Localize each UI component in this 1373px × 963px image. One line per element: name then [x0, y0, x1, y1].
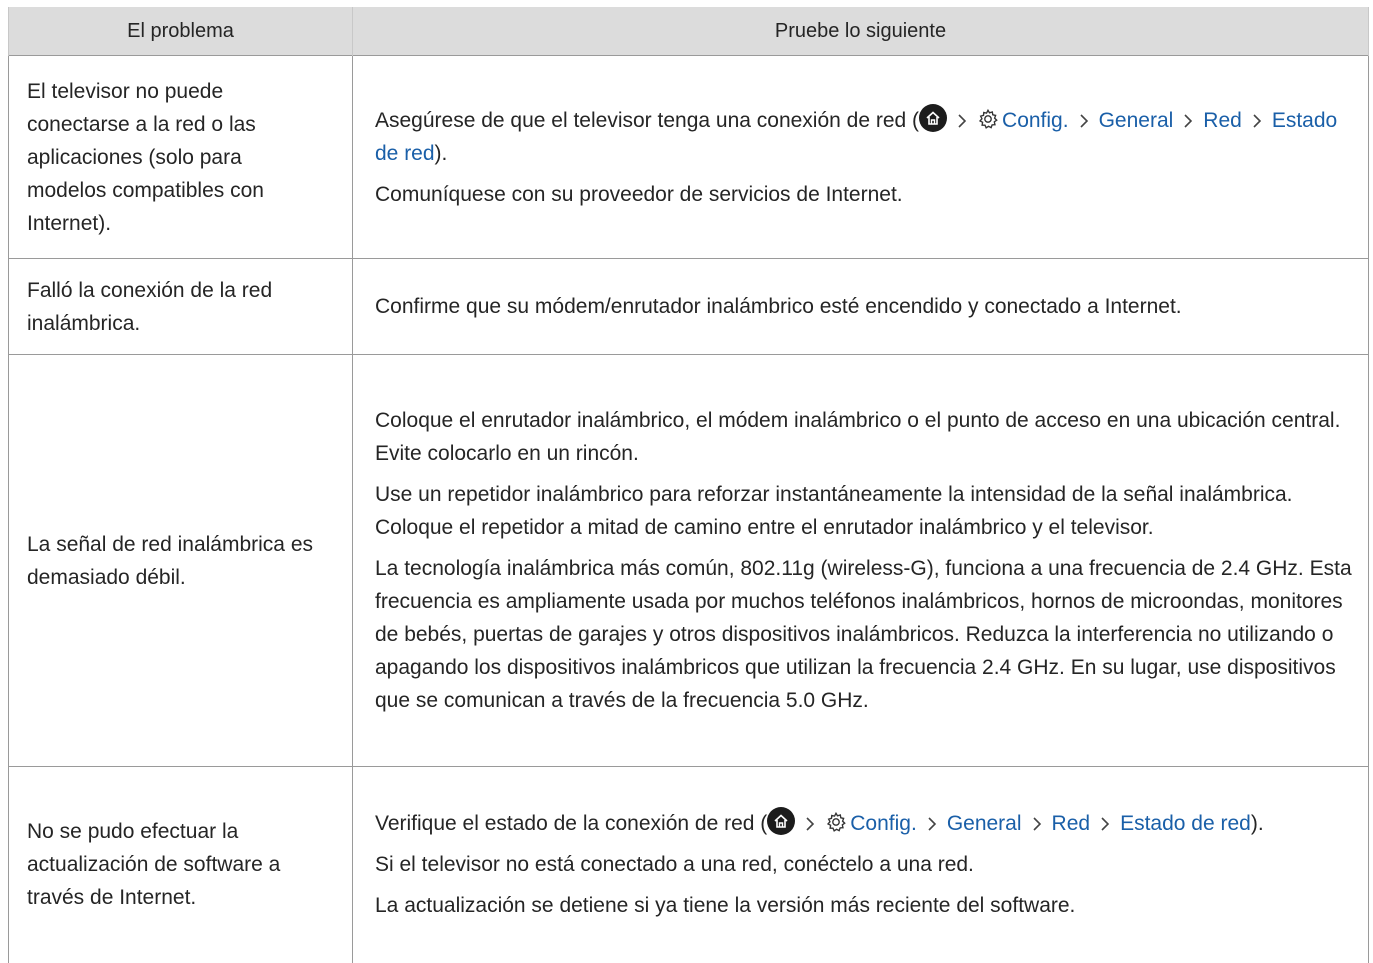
- table-row: No se pudo efectuar la actualización de …: [8, 766, 1369, 963]
- chevron-right-icon: [1184, 113, 1193, 128]
- solution-paragraph: Si el televisor no está conectado a una …: [375, 853, 974, 877]
- problem-cell: Falló la conexión de la red inalámbrica.: [8, 258, 353, 355]
- chevron-right-icon: [1080, 113, 1088, 128]
- chevron-right-icon: [1253, 113, 1261, 128]
- solution-text: Asegúrese de que el televisor tenga una …: [375, 108, 920, 132]
- solution-paragraph: Use un repetidor inalámbrico para reforz…: [375, 483, 1293, 539]
- header-solution: Pruebe lo siguiente: [352, 7, 1369, 56]
- header-problem: El problema: [8, 7, 353, 56]
- solution-text: ).: [1250, 812, 1264, 836]
- chevron-right-icon: [928, 817, 936, 831]
- gear-icon: [827, 812, 847, 833]
- table-header-row: El problema Pruebe lo siguiente: [8, 7, 1369, 56]
- chevron-right-icon: [958, 113, 967, 128]
- solution-paragraph: La actualización se detiene si ya tiene …: [375, 894, 1076, 918]
- red-link[interactable]: Red: [1052, 812, 1091, 835]
- solution-text: ).: [434, 141, 448, 165]
- table-row: Falló la conexión de la red inalámbrica.…: [8, 258, 1369, 355]
- solution-cell: Confirme que su módem/enrutador inalámbr…: [352, 258, 1369, 355]
- solution-paragraph: Comuníquese con su proveedor de servicio…: [375, 182, 903, 206]
- solution-paragraph: Confirme que su módem/enrutador inalámbr…: [375, 295, 1182, 318]
- problem-cell: La señal de red inalámbrica es demasiado…: [8, 354, 353, 767]
- solution-cell: Verifique el estado de la conexión de re…: [352, 766, 1369, 963]
- table-row: La señal de red inalámbrica es demasiado…: [8, 354, 1369, 767]
- table-row: El televisor no puede conectarse a la re…: [8, 55, 1369, 259]
- home-icon: [919, 103, 948, 132]
- problem-cell: El televisor no puede conectarse a la re…: [8, 55, 353, 259]
- solution-cell: Coloque el enrutador inalámbrico, el mód…: [352, 354, 1369, 767]
- solution-paragraph: La tecnología inalámbrica más común, 802…: [375, 557, 1352, 712]
- network-status-link[interactable]: Estado de red: [1120, 812, 1251, 835]
- chevron-right-icon: [1032, 817, 1041, 831]
- config-link[interactable]: Config.: [850, 812, 917, 835]
- solution-text: Verifique el estado de la conexión de re…: [375, 812, 768, 836]
- solution-paragraph: Verifique el estado de la conexión de re…: [375, 807, 1352, 840]
- red-link[interactable]: Red: [1203, 109, 1242, 132]
- home-icon: [767, 807, 796, 836]
- chevron-right-icon: [1101, 817, 1110, 831]
- config-link[interactable]: Config.: [1002, 109, 1069, 132]
- gear-icon: [978, 108, 998, 129]
- solution-cell: Asegúrese de que el televisor tenga una …: [352, 55, 1369, 259]
- general-link[interactable]: General: [947, 812, 1022, 835]
- general-link[interactable]: General: [1099, 109, 1174, 132]
- solution-paragraph: Asegúrese de que el televisor tenga una …: [375, 103, 1352, 170]
- chevron-right-icon: [806, 817, 815, 831]
- troubleshooting-table: El problema Pruebe lo siguiente El telev…: [8, 7, 1369, 963]
- problem-cell: No se pudo efectuar la actualización de …: [8, 766, 353, 963]
- solution-paragraph: Coloque el enrutador inalámbrico, el mód…: [375, 409, 1341, 465]
